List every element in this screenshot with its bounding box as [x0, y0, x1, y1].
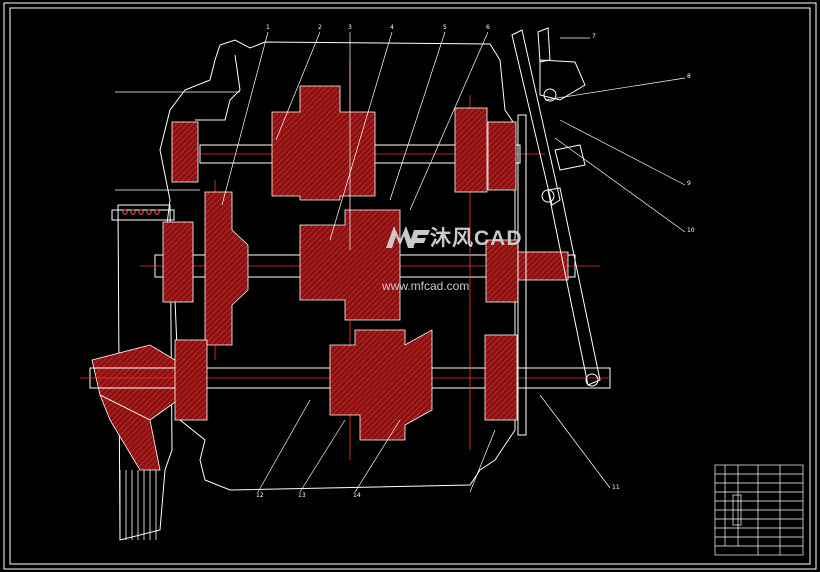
callout-14: 14 [353, 492, 361, 499]
upper-right-bearing [487, 121, 517, 191]
callout-5: 5 [443, 24, 447, 31]
title-block [714, 464, 804, 556]
callout-13: 13 [298, 492, 306, 499]
callout-6: 6 [486, 24, 490, 31]
callout-4: 4 [390, 24, 394, 31]
pulley-grooves [119, 470, 157, 540]
upper-gear-right [454, 107, 488, 193]
middle-gear-left [204, 191, 249, 346]
mf-logo-icon [386, 226, 430, 248]
callout-2: 2 [318, 24, 322, 31]
upper-left-bearing [171, 121, 199, 183]
lower-gear-cluster [329, 329, 433, 441]
upper-gear-left [271, 85, 376, 201]
lower-left-bearing [174, 339, 208, 421]
callout-9: 9 [687, 180, 691, 187]
housing-inner-line [195, 54, 241, 121]
callout-12: 12 [256, 492, 264, 499]
callout-1: 1 [266, 24, 270, 31]
lower-right-bearing [484, 334, 518, 421]
watermark-brand: 沐风CAD [430, 227, 523, 250]
watermark-url: www.mfcad.com [382, 279, 470, 293]
callout-8: 8 [687, 73, 691, 80]
callout-11: 11 [612, 484, 620, 491]
callout-7: 7 [592, 33, 596, 40]
pulley-hub-section [91, 344, 179, 421]
callout-10: 10 [687, 227, 695, 234]
middle-left-bearing [162, 221, 194, 303]
cad-viewport: 沐风CAD www.mfcad.com 1 2 3 4 5 6 7 8 9 10… [0, 0, 820, 572]
callout-3: 3 [348, 24, 352, 31]
shift-lever-mechanism [511, 27, 601, 387]
